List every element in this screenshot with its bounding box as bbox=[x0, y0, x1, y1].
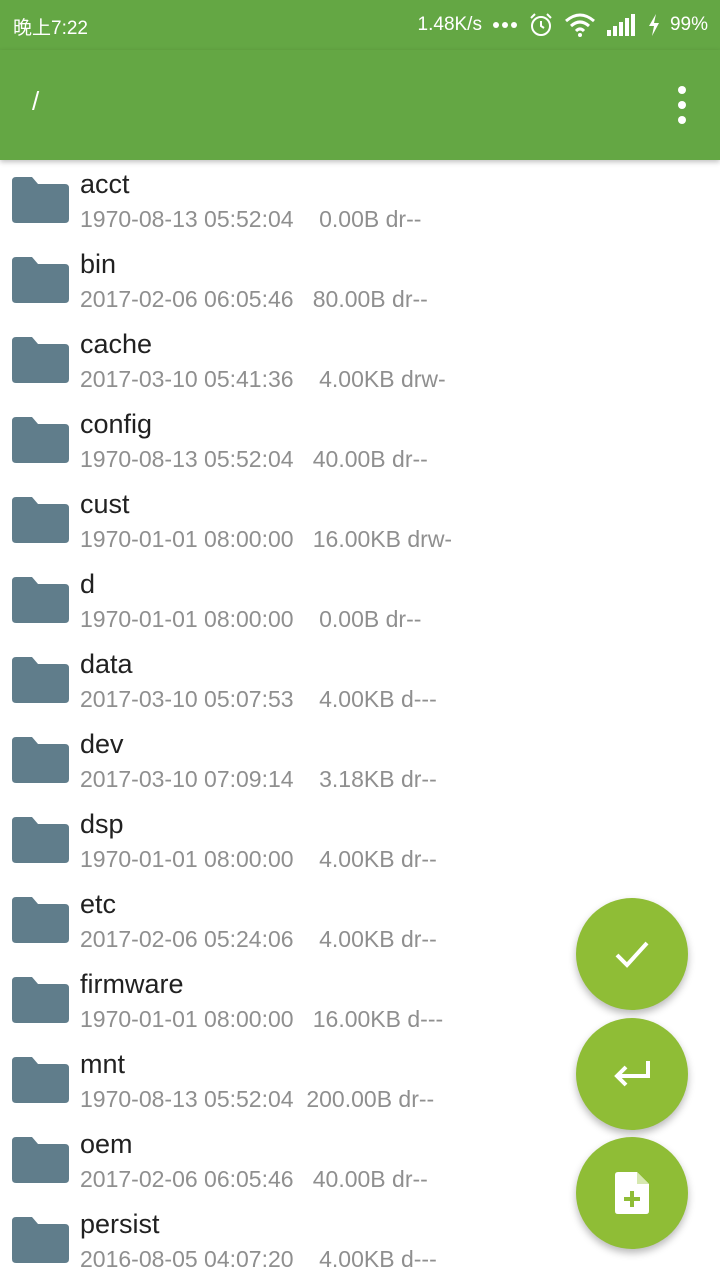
file-row[interactable]: bin 2017-02-06 06:05:46 80.00B dr-- bbox=[0, 240, 720, 320]
menu-dot bbox=[678, 116, 686, 124]
charging-icon bbox=[648, 14, 660, 36]
file-name: mnt bbox=[80, 1049, 126, 1079]
file-name: cust bbox=[80, 489, 130, 519]
status-bar: 晚上7:22 1.48K/s 99% bbox=[0, 0, 720, 50]
app-toolbar: / bbox=[0, 50, 720, 160]
file-row[interactable]: dev 2017-03-10 07:09:14 3.18KB dr-- bbox=[0, 720, 720, 800]
file-meta: 1970-08-13 05:52:04 200.00B dr-- bbox=[80, 1086, 435, 1112]
status-icons: 1.48K/s 99% bbox=[418, 10, 708, 40]
network-speed: 1.48K/s bbox=[417, 14, 482, 35]
file-row[interactable]: cache 2017-03-10 05:41:36 4.00KB drw- bbox=[0, 320, 720, 400]
menu-dot bbox=[678, 101, 686, 109]
folder-icon bbox=[12, 817, 69, 863]
new-file-button[interactable] bbox=[576, 1137, 688, 1249]
file-name: cache bbox=[80, 329, 153, 359]
check-icon bbox=[615, 941, 649, 968]
overflow-menu-icon[interactable] bbox=[672, 86, 692, 124]
return-icon bbox=[614, 1061, 650, 1087]
alarm-icon bbox=[528, 12, 554, 38]
file-meta: 1970-08-13 05:52:04 0.00B dr-- bbox=[80, 206, 422, 232]
file-meta: 1970-01-01 08:00:00 16.00KB d--- bbox=[80, 1006, 444, 1032]
file-meta: 2017-02-06 06:05:46 80.00B dr-- bbox=[80, 286, 428, 312]
folder-icon bbox=[12, 737, 69, 783]
folder-icon bbox=[12, 177, 69, 223]
folder-icon bbox=[12, 1057, 69, 1103]
file-name: data bbox=[80, 649, 133, 679]
file-meta: 1970-01-01 08:00:00 0.00B dr-- bbox=[80, 606, 422, 632]
file-row[interactable]: data 2017-03-10 05:07:53 4.00KB d--- bbox=[0, 640, 720, 720]
file-name: dev bbox=[80, 729, 124, 759]
file-name: config bbox=[80, 409, 153, 439]
file-row[interactable]: config 1970-08-13 05:52:04 40.00B dr-- bbox=[0, 400, 720, 480]
file-row[interactable]: d 1970-01-01 08:00:00 0.00B dr-- bbox=[0, 560, 720, 640]
folder-icon bbox=[12, 257, 69, 303]
file-row[interactable]: cust 1970-01-01 08:00:00 16.00KB drw- bbox=[0, 480, 720, 560]
folder-icon bbox=[12, 1217, 69, 1263]
file-meta: 2017-03-10 05:41:36 4.00KB drw- bbox=[80, 366, 446, 392]
file-name: firmware bbox=[80, 969, 184, 999]
file-meta: 2017-02-06 05:24:06 4.00KB dr-- bbox=[80, 926, 437, 952]
file-name: bin bbox=[80, 249, 117, 279]
file-name: etc bbox=[80, 889, 117, 919]
file-name: dsp bbox=[80, 809, 124, 839]
status-time: 晚上7:22 bbox=[13, 18, 88, 39]
file-meta: 2017-03-10 07:09:14 3.18KB dr-- bbox=[80, 766, 437, 792]
file-row[interactable]: acct 1970-08-13 05:52:04 0.00B dr-- bbox=[0, 160, 720, 240]
file-meta: 1970-01-01 08:00:00 16.00KB drw- bbox=[80, 526, 453, 552]
back-button[interactable] bbox=[576, 1018, 688, 1130]
confirm-button[interactable] bbox=[576, 898, 688, 1010]
file-name: persist bbox=[80, 1209, 160, 1239]
file-meta: 2017-02-06 06:05:46 40.00B dr-- bbox=[80, 1166, 428, 1192]
file-name: d bbox=[80, 569, 96, 599]
file-meta: 1970-01-01 08:00:00 4.00KB dr-- bbox=[80, 846, 437, 872]
new-file-icon bbox=[615, 1172, 649, 1214]
more-dots-icon bbox=[492, 21, 518, 29]
folder-icon bbox=[12, 337, 69, 383]
file-meta: 1970-08-13 05:52:04 40.00B dr-- bbox=[80, 446, 428, 472]
folder-icon bbox=[12, 657, 69, 703]
folder-icon bbox=[12, 1137, 69, 1183]
file-name: oem bbox=[80, 1129, 133, 1159]
current-path: / bbox=[32, 86, 40, 116]
folder-icon bbox=[12, 417, 69, 463]
folder-icon bbox=[12, 497, 69, 543]
menu-dot bbox=[678, 86, 686, 94]
battery-level: 99% bbox=[669, 14, 708, 35]
signal-icon bbox=[606, 14, 638, 36]
file-row[interactable]: dsp 1970-01-01 08:00:00 4.00KB dr-- bbox=[0, 800, 720, 880]
file-name: acct bbox=[80, 169, 130, 199]
file-meta: 2016-08-05 04:07:20 4.00KB d--- bbox=[80, 1246, 437, 1272]
file-meta: 2017-03-10 05:07:53 4.00KB d--- bbox=[80, 686, 437, 712]
wifi-icon bbox=[564, 13, 596, 37]
folder-icon bbox=[12, 577, 69, 623]
folder-icon bbox=[12, 897, 69, 943]
folder-icon bbox=[12, 977, 69, 1023]
